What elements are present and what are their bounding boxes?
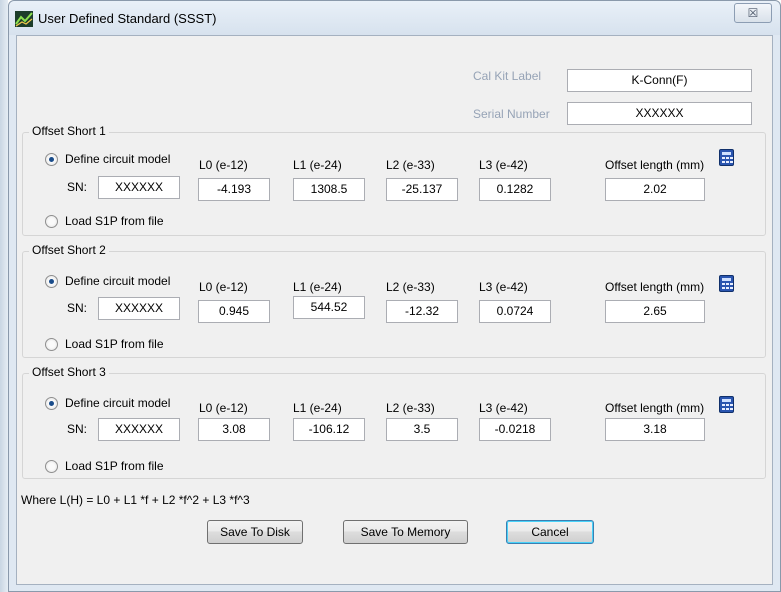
cal-kit-field[interactable]: K-Conn(F) [567, 69, 752, 92]
offset-length-field[interactable]: 3.18 [605, 418, 705, 441]
close-icon: ☒ [747, 6, 759, 20]
sn-field[interactable]: XXXXXX [98, 418, 180, 441]
l3-field[interactable]: 0.0724 [479, 300, 551, 323]
l1-label: L1 (e-24) [293, 280, 342, 294]
load-s1p-label: Load S1P from file [65, 214, 164, 228]
group-title: Offset Short 3 [29, 365, 109, 379]
cancel-button[interactable]: Cancel [506, 520, 594, 544]
l1-label: L1 (e-24) [293, 401, 342, 415]
l2-label: L2 (e-33) [386, 280, 435, 294]
l2-field[interactable]: -12.32 [386, 300, 458, 323]
title-bar[interactable]: User Defined Standard (SSST) ☒ [9, 1, 780, 35]
sn-field[interactable]: XXXXXX [98, 297, 180, 320]
cal-kit-label: Cal Kit Label [473, 69, 542, 83]
l2-label: L2 (e-33) [386, 158, 435, 172]
l1-label: L1 (e-24) [293, 158, 342, 172]
offset-short-1-group: Offset Short 1 Define circuit model L0 (… [22, 124, 766, 236]
serial-number-label: Serial Number [473, 107, 550, 121]
define-circuit-label: Define circuit model [65, 152, 171, 166]
sn-label: SN: [67, 422, 88, 436]
l3-field[interactable]: 0.1282 [479, 178, 551, 201]
l0-field[interactable]: 3.08 [198, 418, 270, 441]
calculator-icon[interactable] [719, 275, 734, 292]
load-s1p-label: Load S1P from file [65, 337, 164, 351]
app-icon [15, 11, 33, 27]
offset-length-label: Offset length (mm) [605, 158, 705, 172]
dialog-window: User Defined Standard (SSST) ☒ Cal Kit L… [8, 0, 781, 592]
offset-length-field[interactable]: 2.02 [605, 178, 705, 201]
radio-unselected-icon[interactable] [45, 215, 58, 228]
offset-length-label: Offset length (mm) [605, 401, 705, 415]
l0-field[interactable]: 0.945 [198, 300, 270, 323]
sn-label: SN: [67, 301, 88, 315]
load-s1p-label: Load S1P from file [65, 459, 164, 473]
group-title: Offset Short 1 [29, 124, 109, 138]
l1-field[interactable]: 544.52 [293, 296, 365, 319]
radio-selected-icon[interactable] [45, 275, 58, 288]
l2-field[interactable]: 3.5 [386, 418, 458, 441]
define-circuit-label: Define circuit model [65, 274, 171, 288]
l1-field[interactable]: -106.12 [293, 418, 365, 441]
calculator-icon[interactable] [719, 396, 734, 413]
l3-label: L3 (e-42) [479, 401, 528, 415]
formula-text: Where L(H) = L0 + L1 *f + L2 *f^2 + L3 *… [21, 493, 250, 507]
window-title: User Defined Standard (SSST) [38, 11, 217, 26]
offset-short-3-group: Offset Short 3 Define circuit model L0 (… [22, 365, 766, 479]
dialog-body: Cal Kit Label K-Conn(F) Serial Number XX… [16, 35, 773, 585]
calculator-icon[interactable] [719, 149, 734, 166]
offset-length-label: Offset length (mm) [605, 280, 705, 294]
group-title: Offset Short 2 [29, 243, 109, 257]
radio-unselected-icon[interactable] [45, 460, 58, 473]
sn-label: SN: [67, 180, 88, 194]
background-edge [0, 0, 8, 592]
l2-field[interactable]: -25.137 [386, 178, 458, 201]
l2-label: L2 (e-33) [386, 401, 435, 415]
l0-label: L0 (e-12) [199, 280, 248, 294]
l0-label: L0 (e-12) [199, 158, 248, 172]
l3-label: L3 (e-42) [479, 158, 528, 172]
l3-field[interactable]: -0.0218 [479, 418, 551, 441]
l0-label: L0 (e-12) [199, 401, 248, 415]
l1-field[interactable]: 1308.5 [293, 178, 365, 201]
l0-field[interactable]: -4.193 [198, 178, 270, 201]
serial-number-field[interactable]: XXXXXX [567, 102, 752, 125]
offset-short-2-group: Offset Short 2 Define circuit model L0 (… [22, 243, 766, 358]
define-circuit-label: Define circuit model [65, 396, 171, 410]
radio-selected-icon[interactable] [45, 397, 58, 410]
radio-selected-icon[interactable] [45, 153, 58, 166]
offset-length-field[interactable]: 2.65 [605, 300, 705, 323]
save-to-disk-button[interactable]: Save To Disk [207, 520, 303, 544]
close-button[interactable]: ☒ [734, 3, 772, 23]
radio-unselected-icon[interactable] [45, 338, 58, 351]
save-to-memory-button[interactable]: Save To Memory [343, 520, 468, 544]
l3-label: L3 (e-42) [479, 280, 528, 294]
sn-field[interactable]: XXXXXX [98, 176, 180, 199]
